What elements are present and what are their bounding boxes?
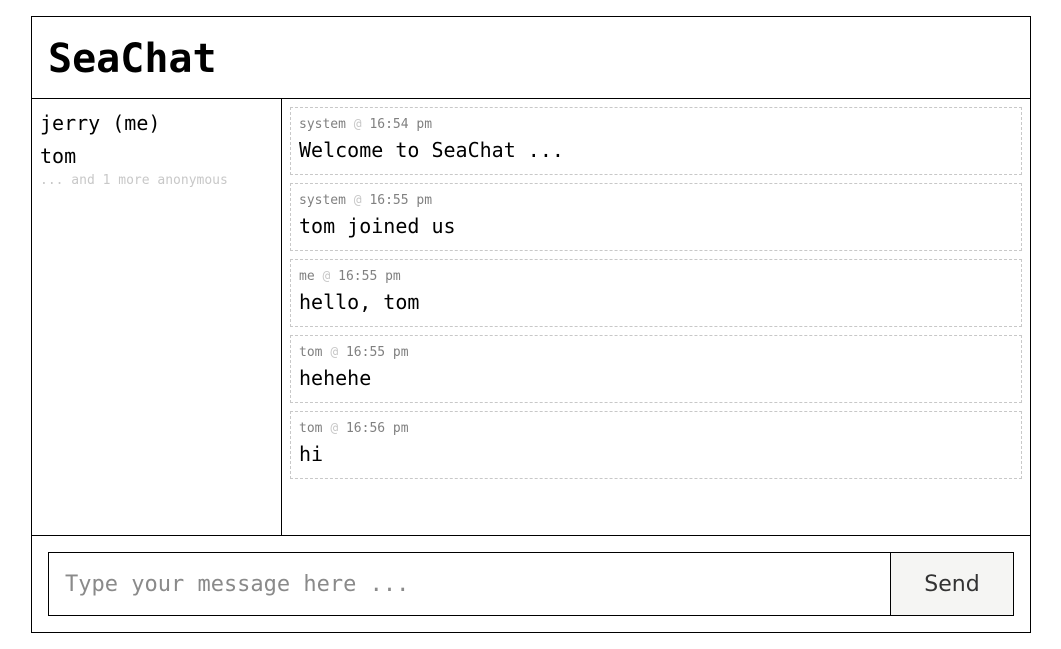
message-text: hi xyxy=(299,442,324,466)
message-meta: tom @ 16:56 pm xyxy=(299,420,1013,438)
message-item: tom @ 16:56 pm hi xyxy=(290,411,1022,479)
message-time: 16:55 pm xyxy=(369,193,433,208)
message-sender: tom xyxy=(299,345,323,360)
message-time: 16:56 pm xyxy=(345,421,409,436)
message-composer: Send xyxy=(48,552,1014,616)
message-at-sign: @ xyxy=(353,193,362,208)
message-at-sign: @ xyxy=(353,117,362,132)
message-input[interactable] xyxy=(49,553,890,615)
message-item: tom @ 16:55 pm hehehe xyxy=(290,335,1022,403)
message-item: system @ 16:54 pm Welcome to SeaChat ... xyxy=(290,107,1022,175)
message-sender: tom xyxy=(299,421,323,436)
message-meta: system @ 16:55 pm xyxy=(299,192,1013,210)
anonymous-users-count: ... and 1 more anonymous xyxy=(40,173,228,188)
chat-app: SeaChat jerry (me) tom ... and 1 more an… xyxy=(31,16,1031,633)
message-at-sign: @ xyxy=(330,421,339,436)
user-list: jerry (me) tom ... and 1 more anonymous xyxy=(32,99,282,535)
message-text: Welcome to SeaChat ... xyxy=(299,138,564,162)
message-sender: system xyxy=(299,117,346,132)
message-item: system @ 16:55 pm tom joined us xyxy=(290,183,1022,251)
message-meta: tom @ 16:55 pm xyxy=(299,344,1013,362)
message-meta: me @ 16:55 pm xyxy=(299,268,1013,286)
send-button[interactable]: Send xyxy=(890,553,1013,615)
message-item: me @ 16:55 pm hello, tom xyxy=(290,259,1022,327)
message-text: tom joined us xyxy=(299,214,456,238)
user-list-item: tom xyxy=(40,144,77,168)
user-list-item: jerry (me) xyxy=(40,111,161,135)
message-time: 16:55 pm xyxy=(338,269,401,284)
message-sender: me xyxy=(299,269,315,284)
message-meta: system @ 16:54 pm xyxy=(299,116,1013,134)
message-time: 16:55 pm xyxy=(345,345,409,360)
message-text: hehehe xyxy=(299,366,372,390)
app-title: SeaChat xyxy=(48,36,217,82)
composer-area: Send xyxy=(32,535,1030,632)
message-at-sign: @ xyxy=(322,269,331,284)
header: SeaChat xyxy=(32,17,1030,99)
message-list: system @ 16:54 pm Welcome to SeaChat ...… xyxy=(282,99,1030,535)
message-text: hello, tom xyxy=(299,290,420,314)
message-sender: system xyxy=(299,193,346,208)
message-time: 16:54 pm xyxy=(369,117,433,132)
message-at-sign: @ xyxy=(330,345,339,360)
